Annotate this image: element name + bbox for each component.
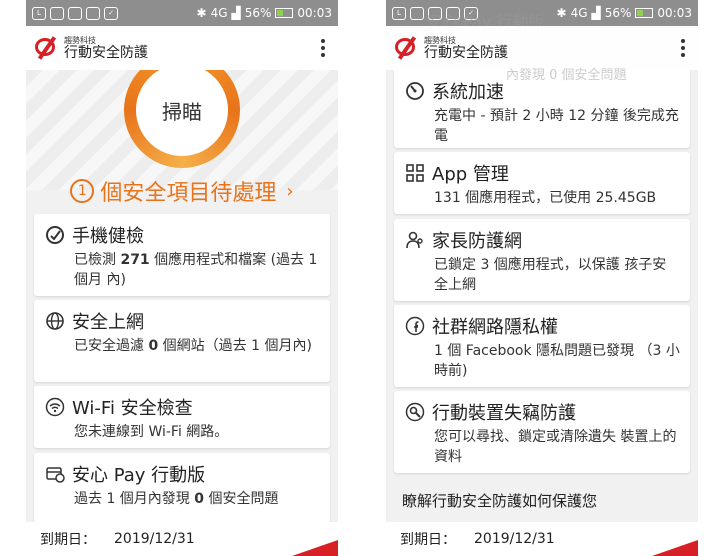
card-description: 已安全過濾 0 個網站（過去 1 個月內) (74, 338, 312, 354)
scan-button-label: 掃瞄 (162, 99, 202, 124)
card-description: 已檢測 271 個應用程式和檔案 (過去 1 個月 內) (74, 252, 318, 288)
card-title: App 管理 (432, 164, 509, 185)
trend-micro-logo-icon (34, 35, 60, 61)
corner-accent (652, 540, 698, 556)
card-description: 充電中 - 預計 2 小時 12 分鐘 後完成充電 (434, 108, 679, 144)
ghost-card-description: 內發現 0 個安全問題 (506, 68, 627, 83)
card-description: 您未連線到 Wi-Fi 網路。 (74, 424, 229, 440)
card-title: Wi-Fi 安全檢查 (72, 398, 193, 419)
scan-button[interactable]: 掃瞄 (136, 64, 228, 156)
globe-icon (44, 310, 66, 332)
brand-company: 趨勢科技 (64, 35, 96, 45)
facebook-icon (404, 315, 426, 337)
lost-device-icon (404, 401, 426, 423)
card-title: 安全上網 (72, 312, 144, 333)
corner-accent (292, 540, 338, 556)
card-description: 已鎖定 3 個應用程式，以保護 孩子安全上網 (434, 257, 667, 293)
check-icon: ✓ (104, 6, 118, 20)
bluetooth-icon: ✱ (556, 6, 567, 20)
card-wifi-check[interactable]: Wi-Fi 安全檢查 您未連線到 Wi-Fi 網路。 (34, 386, 330, 448)
battery-icon (635, 8, 654, 18)
clock: 00:03 (297, 6, 332, 20)
phone-screen-left: L ✓ ✱ 4G ▟ 56% 00:03 趨勢科技 行動安全防護 掃瞄 1 個安… (26, 0, 338, 556)
expiry-footer: 到期日： 2019/12/31 (26, 522, 338, 556)
expiry-date: 2019/12/31 (114, 531, 195, 547)
card-phone-checkup[interactable]: 手機健檢 已檢測 271 個應用程式和檔案 (過去 1 個月 內) (34, 214, 330, 296)
app-header: 趨勢科技 行動安全防護 內發現 0 個安全問題 (386, 26, 698, 83)
parent-child-icon (404, 229, 426, 251)
wifi-icon (44, 396, 66, 418)
expiry-label: 到期日： (40, 532, 96, 548)
bluetooth-icon: ✱ (196, 6, 207, 20)
expiry-label: 到期日： (400, 532, 456, 548)
card-title: 系統加速 (432, 82, 504, 103)
pending-items-link[interactable]: 1 個安全項目待處理 › (26, 175, 338, 207)
app-notify-icon (50, 6, 64, 20)
card-description: 您可以尋找、鎖定或清除遺失 裝置上的資料 (434, 429, 677, 465)
image-icon (68, 6, 82, 20)
network-type: 4G (570, 6, 588, 20)
card-app-manager[interactable]: App 管理 131 個應用程式，已使用 25.45GB (394, 152, 690, 214)
pay-guard-icon (44, 463, 66, 485)
card-title: 家長防護網 (432, 231, 522, 252)
card-lost-device[interactable]: 行動裝置失竊防護 您可以尋找、鎖定或清除遺失 裝置上的資料 (394, 391, 690, 473)
card-title: 安心 Pay 行動版 (72, 465, 206, 486)
card-title: 行動裝置失竊防護 (432, 403, 576, 424)
battery-percent: 56% (244, 6, 272, 20)
brand-company: 趨勢科技 (424, 35, 456, 45)
app-title: 行動安全防護 (424, 44, 508, 61)
card-description: 1 個 Facebook 隱私問題已發現 （3 小時前) (434, 343, 680, 379)
pending-items-text: 個安全項目待處理 (100, 181, 277, 206)
signal-icon: ▟ (591, 6, 601, 20)
app-notify-icon (410, 6, 424, 20)
learn-more-link[interactable]: 瞭解行動安全防護如何保護您 (402, 490, 597, 511)
card-description: 過去 1 個月內發現 0 個安全問題 (74, 491, 279, 507)
app-title: 行動安全防護 (64, 44, 148, 61)
card-pay-guard[interactable]: 安心 Pay 行動版 過去 1 個月內發現 0 個安全問題 (34, 453, 330, 523)
clock: 00:03 (657, 6, 692, 20)
phone-screen-right: L ✓ ✱ 4G ▟ 56% 00:03 安心 Pay 行動版 趨勢科技 行動安… (386, 0, 698, 556)
trend-micro-logo-icon (394, 35, 420, 61)
chevron-right-icon: › (286, 180, 294, 202)
card-title: 手機健檢 (72, 226, 144, 247)
network-type: 4G (210, 6, 228, 20)
expiry-date: 2019/12/31 (474, 531, 555, 547)
expiry-footer: 到期日： 2019/12/31 (386, 522, 698, 556)
battery-icon (275, 8, 294, 18)
checkup-gauge-icon (44, 224, 66, 246)
line-icon: L (32, 6, 46, 20)
card-parental-controls[interactable]: 家長防護網 已鎖定 3 個應用程式，以保護 孩子安全上網 (394, 219, 690, 301)
mail-icon (86, 6, 100, 20)
overflow-menu-icon[interactable] (316, 39, 330, 57)
card-description: 131 個應用程式，已使用 25.45GB (434, 190, 657, 206)
card-safe-surfing[interactable]: 安全上網 已安全過濾 0 個網站（過去 1 個月內) (34, 300, 330, 382)
card-title: 社群網路隱私權 (432, 317, 558, 338)
battery-percent: 56% (604, 6, 632, 20)
signal-icon: ▟ (231, 6, 241, 20)
line-icon: L (392, 6, 406, 20)
app-grid-icon (404, 162, 426, 184)
overflow-menu-icon[interactable] (676, 39, 690, 57)
speedometer-icon (404, 80, 426, 102)
app-header: 趨勢科技 行動安全防護 (26, 26, 338, 70)
pending-count-badge: 1 (70, 179, 95, 203)
status-bar: L ✓ ✱ 4G ▟ 56% 00:03 (26, 0, 338, 26)
card-social-privacy[interactable]: 社群網路隱私權 1 個 Facebook 隱私問題已發現 （3 小時前) (394, 305, 690, 387)
